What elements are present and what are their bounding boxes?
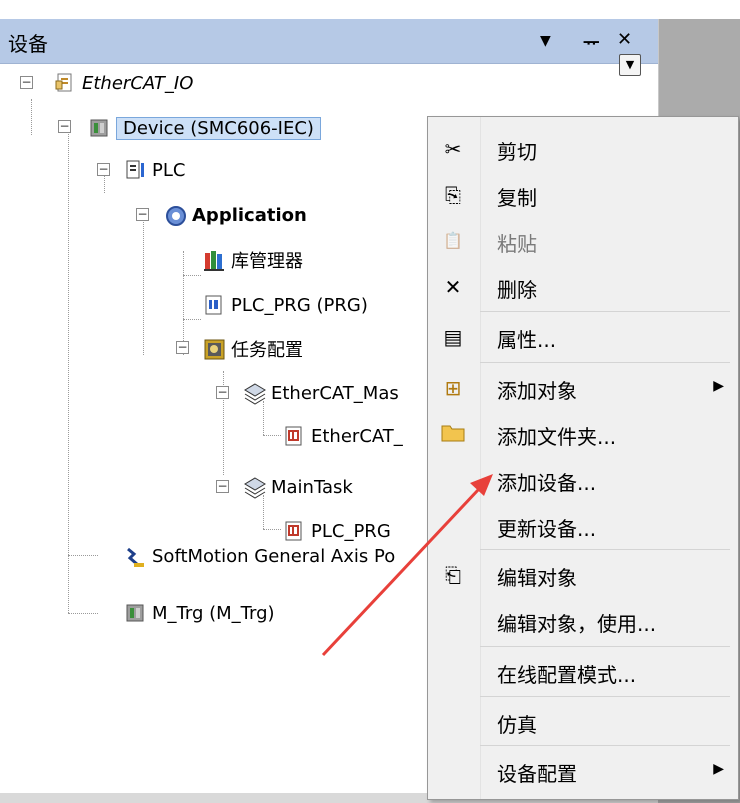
menu-item-label: 添加文件夹...	[497, 425, 617, 449]
tree-node-m-trg[interactable]: M_Trg (M_Trg)	[124, 596, 275, 630]
menu-item-label: 添加对象	[497, 379, 577, 403]
menu-item-label: 删除	[497, 278, 537, 302]
menu-item-label: 复制	[497, 186, 537, 210]
context-menu: ✂ 剪切 ⎘ 复制 📋 粘贴 ✕ 删除 ▤ 属性... ⊞ 添加对象 ▶ 添加文…	[427, 116, 739, 800]
tree-node-root[interactable]: EtherCAT_IO	[54, 66, 193, 100]
menu-item-add-object[interactable]: ⊞ 添加对象 ▶	[428, 365, 738, 411]
project-icon	[54, 72, 76, 94]
collapse-toggle[interactable]: −	[216, 386, 229, 399]
menu-item-add-device[interactable]: 添加设备...	[428, 457, 738, 503]
tree-node-ethercat-call[interactable]: EtherCAT_	[283, 419, 403, 453]
paste-icon: 📋	[443, 231, 463, 250]
device-icon	[124, 602, 146, 624]
menu-item-label: 属性...	[497, 328, 557, 352]
tree-node-plc[interactable]: PLC	[124, 153, 185, 187]
tree-label-ethercat-master: EtherCAT_Mas	[271, 382, 399, 404]
tree-label-task-config: 任务配置	[231, 340, 303, 361]
tree-label-main-task: MainTask	[271, 476, 353, 498]
dropdown-arrow-icon[interactable]: ▼	[540, 33, 551, 49]
pin-icon[interactable]: ᅲ	[583, 29, 600, 55]
device-icon	[88, 117, 110, 139]
menu-item-update-device[interactable]: 更新设备...	[428, 503, 738, 549]
tree-label-softmotion-axis: SoftMotion General Axis Po	[152, 545, 396, 567]
tree-label-m-trg: M_Trg (M_Trg)	[152, 602, 275, 624]
tree-label-application: Application	[192, 204, 307, 226]
menu-item-edit-object[interactable]: ⎗ 编辑对象	[428, 552, 738, 598]
tree-label-library-manager: 库管理器	[231, 251, 303, 272]
properties-icon: ▤	[443, 325, 463, 349]
collapse-toggle[interactable]: −	[216, 480, 229, 493]
menu-item-cut[interactable]: ✂ 剪切	[428, 126, 738, 172]
menu-item-copy[interactable]: ⎘ 复制	[428, 172, 738, 218]
scissors-icon: ✂	[444, 137, 462, 161]
top-strip	[0, 0, 740, 19]
tree-node-device[interactable]: Device (SMC606-IEC)	[88, 111, 321, 145]
axis-icon	[124, 545, 146, 567]
tree-label-ethercat-call: EtherCAT_	[311, 425, 403, 447]
menu-item-label: 仿真	[497, 713, 537, 737]
program-call-icon	[283, 425, 305, 447]
menu-item-label: 设备配置	[497, 762, 577, 786]
task-layers-icon	[243, 476, 266, 499]
task-layers-icon	[243, 382, 266, 405]
tree-label-plc-prg: PLC_PRG (PRG)	[231, 294, 368, 316]
menu-item-delete[interactable]: ✕ 删除	[428, 264, 738, 310]
pane-title: 设备	[8, 32, 48, 56]
task-config-icon	[203, 338, 225, 360]
menu-item-label: 添加设备...	[497, 471, 597, 495]
tree-label-device: Device (SMC606-IEC)	[116, 116, 321, 140]
copy-icon: ⎘	[445, 183, 461, 207]
menu-item-paste[interactable]: 📋 粘贴	[428, 218, 738, 264]
tree-node-ethercat-master[interactable]: EtherCAT_Mas	[243, 376, 399, 410]
menu-item-label: 在线配置模式...	[497, 663, 637, 687]
menu-item-label: 编辑对象，使用...	[497, 612, 657, 636]
pane-titlebar: 设备 ▼ ᅲ ✕	[0, 19, 658, 64]
tree-node-library-manager[interactable]: 库管理器	[203, 243, 303, 277]
menu-item-edit-object-with[interactable]: 编辑对象，使用...	[428, 598, 738, 644]
tree-node-main-task[interactable]: MainTask	[243, 470, 353, 504]
tree-node-application[interactable]: Application	[164, 198, 307, 232]
tree-label-plc: PLC	[152, 159, 186, 181]
menu-item-simulation[interactable]: 仿真	[428, 699, 738, 745]
menu-item-online-config[interactable]: 在线配置模式...	[428, 649, 738, 695]
collapse-toggle[interactable]: −	[58, 120, 71, 133]
tree-label-root: EtherCAT_IO	[82, 72, 194, 94]
tree-node-plc-prg[interactable]: PLC_PRG (PRG)	[203, 288, 368, 322]
collapse-toggle[interactable]: −	[176, 341, 189, 354]
submenu-arrow-icon: ▶	[713, 761, 724, 777]
tree-node-softmotion-axis[interactable]: SoftMotion General Axis Po	[124, 539, 395, 573]
menu-item-properties[interactable]: ▤ 属性...	[428, 314, 738, 360]
collapse-toggle[interactable]: −	[20, 76, 33, 89]
collapse-toggle[interactable]: −	[136, 208, 149, 221]
tree-dropdown-button[interactable]: ▼	[619, 54, 641, 76]
menu-item-add-folder[interactable]: 添加文件夹...	[428, 411, 738, 457]
menu-item-label: 剪切	[497, 140, 537, 164]
collapse-toggle[interactable]: −	[97, 163, 110, 176]
library-books-icon	[203, 249, 225, 271]
submenu-arrow-icon: ▶	[713, 378, 724, 394]
menu-item-device-config[interactable]: 设备配置 ▶	[428, 748, 738, 794]
delete-icon: ✕	[444, 275, 462, 299]
menu-item-label: 粘贴	[497, 232, 537, 256]
application-gear-icon	[164, 204, 186, 226]
program-icon	[203, 294, 225, 316]
plc-icon	[124, 159, 146, 181]
add-object-icon: ⊞	[444, 376, 462, 400]
menu-item-label: 编辑对象	[497, 566, 577, 590]
folder-icon	[440, 421, 466, 447]
menu-item-label: 更新设备...	[497, 517, 597, 541]
close-icon[interactable]: ✕	[617, 29, 632, 50]
tree-node-task-config[interactable]: 任务配置	[203, 332, 303, 366]
edit-object-icon: ⎗	[445, 563, 461, 587]
